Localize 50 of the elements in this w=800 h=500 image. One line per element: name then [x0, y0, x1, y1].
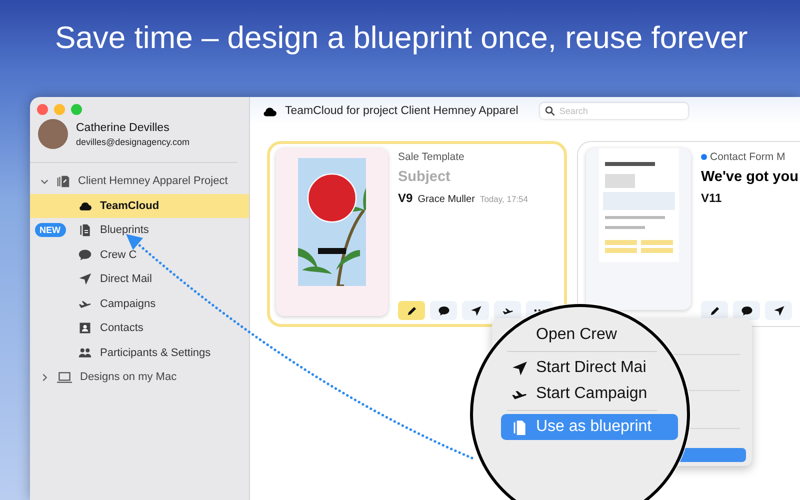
sidebar-group[interactable]: Designs on my Mac	[80, 371, 177, 384]
sidebar-group[interactable]: Client Hemney Apparel Project	[78, 175, 228, 188]
user-name: Catherine Devilles	[76, 122, 170, 134]
paper-plane-icon	[78, 272, 92, 286]
toolbar-title: TeamCloud for project Client Hemney Apparel	[285, 105, 518, 117]
menu-item[interactable]: Start Campaign	[511, 381, 648, 407]
sidebar-item[interactable]: Participants & Settings	[30, 340, 249, 365]
search-icon	[545, 106, 556, 116]
template-name: Sale Template	[398, 151, 464, 163]
template-card[interactable]: Contact Form M We've got you V11	[577, 141, 800, 327]
sidebar-item[interactable]: Contacts	[30, 316, 249, 340]
author-name: Grace Muller	[418, 194, 475, 205]
comment-button[interactable]	[733, 301, 760, 320]
sidebar-item[interactable]: Direct Mail	[30, 267, 249, 292]
chevron-icon[interactable]	[40, 372, 49, 382]
send-button[interactable]	[765, 301, 792, 320]
subject-text: We've got you	[701, 169, 800, 185]
send-button[interactable]	[462, 301, 489, 320]
speech-bubble-icon	[78, 248, 92, 262]
avatar	[38, 119, 68, 149]
paper-plane-icon	[772, 304, 784, 316]
sidebar-item[interactable]: NEW Blueprints	[30, 218, 249, 242]
new-badge: NEW	[34, 223, 66, 238]
subject-placeholder: Subject	[398, 169, 452, 185]
edit-button[interactable]	[398, 301, 425, 320]
comment-button[interactable]	[430, 301, 457, 320]
pencil-icon	[406, 304, 418, 316]
template-card[interactable]: Sale Template Subject V9 Grace Muller Today, 17:54	[267, 141, 567, 327]
document-icon	[511, 418, 528, 436]
folder-stack-icon	[56, 174, 71, 189]
version-label: V11	[701, 191, 722, 205]
version-label: V9	[398, 191, 413, 205]
contact-card-icon	[78, 321, 92, 336]
timestamp: Today, 17:54	[480, 194, 528, 204]
people-icon	[78, 346, 92, 360]
template-name: Contact Form M	[710, 151, 786, 163]
sidebar-item[interactable]: Crew C	[30, 242, 249, 267]
user-email: devilles@designagency.com	[76, 136, 190, 146]
search-field[interactable]: Search	[540, 103, 688, 119]
sidebar-item[interactable]: Campaigns	[30, 292, 249, 316]
speech-bubble-icon	[438, 304, 450, 316]
campaign-button[interactable]	[494, 301, 521, 320]
headline: Save time – design a blueprint once, reuse forever	[55, 20, 749, 56]
paper-plane-icon	[470, 304, 482, 316]
sidebar-item[interactable]: TeamCloud	[30, 194, 249, 218]
document-icon	[78, 223, 92, 238]
menu-item[interactable]: Start Direct Mai	[511, 355, 646, 381]
chevron-icon[interactable]	[40, 176, 49, 186]
speech-bubble-icon	[740, 304, 752, 316]
paper-plane-icon	[511, 360, 528, 376]
